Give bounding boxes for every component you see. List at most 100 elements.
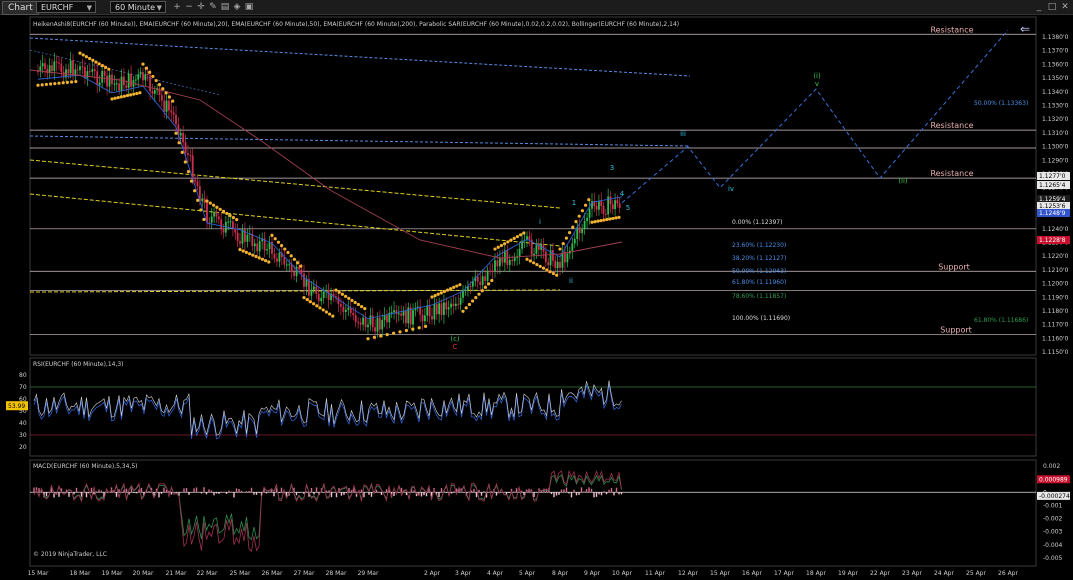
candle-body <box>397 313 400 315</box>
psar-dot <box>74 79 78 84</box>
psar-dot <box>107 67 111 71</box>
psar-dot <box>512 236 516 240</box>
fib-ext-label: 61.80% (1.11686) <box>974 317 1028 324</box>
x-tick-label: 20 Mar <box>133 570 154 577</box>
candle-body <box>367 324 369 328</box>
candle-body <box>586 217 588 221</box>
candle-body <box>118 83 121 91</box>
psar-dot <box>571 225 575 229</box>
psar-dot <box>347 296 351 300</box>
window-close-icon[interactable]: ✕ <box>1060 2 1070 12</box>
candle-body <box>60 63 63 73</box>
psar-dot <box>61 81 65 85</box>
crosshair-icon[interactable]: ✛ <box>196 2 206 12</box>
x-tick-label: 3 Apr <box>455 570 472 577</box>
properties-icon[interactable]: ▤ <box>220 2 230 12</box>
psar-dot <box>487 282 491 286</box>
psar-dot <box>292 257 296 261</box>
candle-body <box>618 203 621 208</box>
candle-body <box>113 83 116 85</box>
psar-dot <box>445 288 450 292</box>
candle-body <box>604 213 607 215</box>
psar-dot <box>267 260 271 264</box>
zoom-out-icon[interactable]: − <box>184 2 194 12</box>
candle-body <box>273 253 276 259</box>
psar-dot <box>528 259 532 263</box>
candle-body <box>533 253 535 256</box>
psar-dot <box>125 93 130 98</box>
psar-dot <box>442 289 446 294</box>
candle-body <box>196 181 199 187</box>
wave-label: (ii) <box>898 177 908 185</box>
macd-value-label: -0.000274 <box>1039 493 1070 500</box>
candle-body <box>151 91 154 94</box>
candle-body <box>457 303 460 305</box>
candle-body <box>412 310 414 325</box>
psar-dot <box>424 324 428 328</box>
candle-body <box>374 327 377 332</box>
candle-body <box>433 304 436 320</box>
window-min-icon[interactable]: _ <box>1034 2 1044 12</box>
psar-dot <box>587 198 591 202</box>
psar-dot <box>215 205 219 209</box>
x-tick-label: 2 Apr <box>424 570 441 577</box>
candle-body <box>511 259 514 262</box>
psar-dot <box>538 264 542 268</box>
psar-dot <box>132 92 136 96</box>
psar-dot <box>228 213 232 218</box>
psar-dot <box>452 285 456 290</box>
draw-icon[interactable]: ✎ <box>208 2 218 12</box>
psar-dot <box>299 264 303 268</box>
psar-dot <box>289 254 293 258</box>
candle-body <box>573 239 576 244</box>
psar-dot <box>350 298 354 303</box>
candle-body <box>369 315 372 325</box>
psar-dot <box>471 299 475 303</box>
psar-dot <box>584 203 588 207</box>
candle-body <box>220 219 223 229</box>
macd-label: MACD(EURCHF (60 Minute),5,34,5) <box>33 463 138 470</box>
candle-body <box>440 303 443 315</box>
candle-body <box>79 66 81 71</box>
candle-body <box>210 216 213 223</box>
psar-dot <box>65 80 69 84</box>
candle-body <box>386 315 388 323</box>
candle-body <box>51 65 53 71</box>
zoom-in-icon[interactable]: + <box>172 2 182 12</box>
y-tick-label: 1.1180'0 <box>1042 308 1069 315</box>
psar-dot <box>515 234 520 239</box>
candle-body <box>312 286 315 290</box>
psar-dot <box>257 256 261 260</box>
template-icon[interactable]: ▣ <box>244 2 254 12</box>
interval-selector[interactable]: 60 Minute ▼ <box>110 1 166 13</box>
candle-body <box>571 243 574 251</box>
candle-body <box>486 270 489 281</box>
psar-dot <box>461 309 465 313</box>
psar-dot <box>614 216 618 220</box>
x-tick-label: 11 Apr <box>645 570 665 577</box>
psar-dot <box>235 217 239 222</box>
chart-tab[interactable]: Chart <box>2 1 39 15</box>
psar-dot <box>40 83 44 87</box>
candle-body <box>158 88 161 96</box>
x-tick-label: 18 Apr <box>806 570 826 577</box>
candle-body <box>320 297 323 302</box>
psar-dot <box>225 211 229 216</box>
candle-body <box>303 273 305 287</box>
rsi-line <box>33 380 622 436</box>
sr-label: Support <box>938 262 970 271</box>
candle-body <box>423 315 426 322</box>
strategy-icon[interactable]: ◈ <box>232 2 242 12</box>
copyright: © 2019 NinjaTrader, LLC <box>33 551 107 558</box>
instrument-selector[interactable]: EURCHF ▼ <box>36 1 96 13</box>
psar-dot <box>580 209 585 213</box>
main-indicator-label: HeikenAshi8(EURCHF (60 Minute)), EMA(EUR… <box>33 21 679 28</box>
window-max-icon[interactable]: □ <box>1047 2 1057 12</box>
psar-dot <box>174 131 178 135</box>
psar-dot <box>91 58 95 62</box>
chart-canvas[interactable]: HeikenAshi8(EURCHF (60 Minute)), EMA(EUR… <box>0 14 1073 580</box>
x-tick-label: 17 Apr <box>774 570 794 577</box>
y-tick-label: 1.1320'0 <box>1042 116 1069 123</box>
psar-dot <box>116 95 120 100</box>
candle-body <box>484 276 487 281</box>
